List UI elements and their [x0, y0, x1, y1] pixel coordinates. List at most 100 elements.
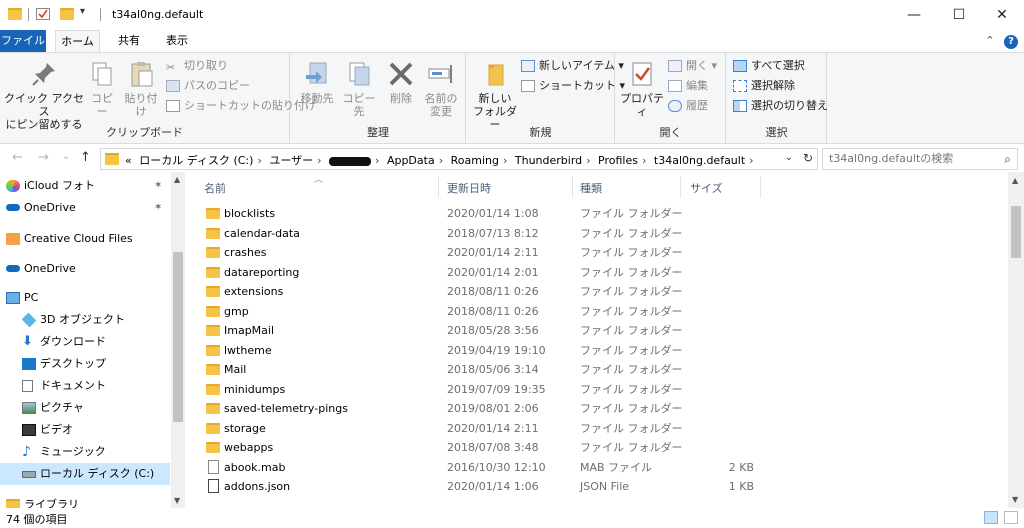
nav-item-libraries[interactable]: ライブラリ	[0, 494, 170, 508]
new-item-button[interactable]: 新しいアイテム ▾	[521, 58, 624, 74]
breadcrumb-appdata[interactable]: AppData	[387, 154, 435, 167]
invert-selection-button[interactable]: 選択の切り替え	[733, 98, 828, 114]
search-icon[interactable]: ⌕	[1004, 152, 1011, 167]
delete-button[interactable]: 削除	[385, 59, 417, 105]
tab-view[interactable]: 表示	[158, 30, 196, 52]
search-input[interactable]	[829, 152, 989, 165]
address-dropdown-button[interactable]: ⌄	[785, 152, 793, 163]
open-button[interactable]: 開く ▾	[668, 58, 717, 74]
column-separator[interactable]	[438, 176, 439, 198]
help-icon[interactable]: ?	[1004, 35, 1018, 49]
scroll-up-arrow[interactable]: ▲	[1012, 176, 1018, 185]
nav-item-onedrive-pinned[interactable]: OneDrive ✶	[0, 197, 170, 219]
table-row[interactable]: Mail 2018/05/06 3:14 ファイル フォルダー	[188, 360, 988, 379]
nav-item-pc[interactable]: PC	[0, 287, 170, 309]
breadcrumb-profiles[interactable]: Profiles	[598, 154, 638, 167]
table-row[interactable]: calendar-data 2018/07/13 8:12 ファイル フォルダー	[188, 224, 988, 243]
table-row[interactable]: addons.json 2020/01/14 1:06 JSON File 1 KB	[188, 477, 988, 496]
nav-item-onedrive[interactable]: OneDrive	[0, 258, 170, 280]
nav-item-local-disk[interactable]: ローカル ディスク (C:)	[0, 463, 170, 485]
table-row[interactable]: crashes 2020/01/14 2:11 ファイル フォルダー	[188, 243, 988, 262]
quick-access-dropdown[interactable]: ▾	[80, 6, 85, 17]
nav-item-music[interactable]: ♪ ミュージック	[0, 441, 170, 463]
up-button[interactable]: ↑	[80, 150, 91, 165]
column-separator[interactable]	[572, 176, 573, 198]
copy-to-button[interactable]: コピー先	[339, 59, 379, 118]
select-none-button[interactable]: 選択解除	[733, 78, 795, 94]
properties-button[interactable]: プロパティ	[620, 59, 664, 118]
breadcrumb-separator[interactable]: ›	[317, 154, 321, 167]
tab-share[interactable]: 共有	[110, 30, 148, 52]
cut-button[interactable]: ✂ 切り取り	[166, 58, 228, 74]
edit-button[interactable]: 編集	[668, 78, 708, 94]
nav-item-downloads[interactable]: ⬇ ダウンロード	[0, 331, 170, 353]
paste-button[interactable]: 貼り付け	[120, 59, 162, 118]
details-view-button[interactable]	[984, 511, 998, 524]
table-row[interactable]: minidumps 2019/07/09 19:35 ファイル フォルダー	[188, 380, 988, 399]
table-row[interactable]: storage 2020/01/14 2:11 ファイル フォルダー	[188, 419, 988, 438]
close-button[interactable]: ✕	[980, 0, 1024, 30]
properties-check-icon[interactable]	[36, 8, 50, 20]
breadcrumb-separator[interactable]: ›	[749, 154, 753, 167]
recent-locations-button[interactable]: ⌄	[62, 151, 70, 162]
address-box[interactable]: « ローカル ディスク (C:) › ユーザー › › AppData › Roami…	[100, 148, 818, 170]
refresh-button[interactable]: ↻	[803, 151, 813, 165]
history-button[interactable]: 履歴	[668, 98, 708, 114]
column-header-type[interactable]: 種類	[580, 180, 602, 196]
rename-button[interactable]: 名前の 変更	[421, 59, 461, 118]
pin-quick-access-button[interactable]: クイック アクセス にピン留めする	[4, 59, 84, 131]
table-row[interactable]: ImapMail 2018/05/28 3:56 ファイル フォルダー	[188, 321, 988, 340]
breadcrumb-users[interactable]: ユーザー	[269, 154, 313, 167]
copy-button[interactable]: コピー	[86, 59, 118, 118]
move-to-button[interactable]: 移動先	[297, 59, 337, 105]
forward-button[interactable]: →	[38, 150, 49, 165]
nav-item-icloud-photos[interactable]: iCloud フォト ✶	[0, 175, 170, 197]
nav-item-pictures[interactable]: ピクチャ	[0, 397, 170, 419]
copy-path-button[interactable]: パスのコピー	[166, 78, 250, 94]
file-list-scrollbar[interactable]: ▲ ▼	[1008, 172, 1024, 508]
breadcrumb-separator[interactable]: ›	[257, 154, 261, 167]
pin-icon[interactable]: ✶	[154, 175, 162, 197]
large-icons-view-button[interactable]	[1004, 511, 1018, 524]
pin-icon[interactable]: ✶	[154, 197, 162, 219]
collapse-ribbon-icon[interactable]: ⌃	[985, 34, 994, 47]
redacted-username[interactable]	[329, 156, 372, 166]
column-header-size[interactable]: サイズ	[690, 180, 723, 196]
table-row[interactable]: datareporting 2020/01/14 2:01 ファイル フォルダー	[188, 263, 988, 282]
table-row[interactable]: gmp 2018/08/11 0:26 ファイル フォルダー	[188, 302, 988, 321]
table-row[interactable]: blocklists 2020/01/14 1:08 ファイル フォルダー	[188, 204, 988, 223]
new-folder-button[interactable]: 新しい フォルダー	[471, 59, 519, 131]
breadcrumb-separator[interactable]: ›	[439, 154, 443, 167]
nav-item-desktop[interactable]: デスクトップ	[0, 353, 170, 375]
column-separator[interactable]	[680, 176, 681, 198]
nav-item-creative-cloud[interactable]: Creative Cloud Files	[0, 228, 170, 250]
breadcrumb-roaming[interactable]: Roaming	[451, 154, 499, 167]
table-row[interactable]: webapps 2018/07/08 3:48 ファイル フォルダー	[188, 438, 988, 457]
scroll-up-arrow[interactable]: ▲	[174, 175, 180, 184]
minimize-button[interactable]: —	[892, 0, 936, 30]
table-row[interactable]: saved-telemetry-pings 2019/08/01 2:06 ファイル…	[188, 399, 988, 418]
table-row[interactable]: lwtheme 2019/04/19 19:10 ファイル フォルダー	[188, 341, 988, 360]
maximize-button[interactable]: ☐	[937, 0, 981, 30]
select-all-button[interactable]: すべて選択	[733, 58, 805, 74]
file-list-scroll-thumb[interactable]	[1011, 206, 1021, 258]
tab-file[interactable]: ファイル	[0, 30, 46, 52]
breadcrumb-separator[interactable]: ›	[375, 154, 379, 167]
breadcrumb-separator[interactable]: ›	[503, 154, 507, 167]
table-row[interactable]: abook.mab 2016/10/30 12:10 MAB ファイル 2 KB	[188, 458, 988, 477]
search-box[interactable]: ⌕	[822, 148, 1018, 170]
scroll-down-arrow[interactable]: ▼	[1012, 495, 1018, 504]
table-row[interactable]: extensions 2018/08/11 0:26 ファイル フォルダー	[188, 282, 988, 301]
column-separator[interactable]	[760, 176, 761, 198]
nav-scroll-thumb[interactable]	[173, 252, 183, 422]
nav-scrollbar[interactable]: ▲ ▼	[171, 172, 185, 508]
nav-item-documents[interactable]: ドキュメント	[0, 375, 170, 397]
new-folder-quick-icon[interactable]	[60, 8, 74, 20]
breadcrumb-separator[interactable]: ›	[586, 154, 590, 167]
nav-item-3d-objects[interactable]: 3D オブジェクト	[0, 309, 170, 331]
breadcrumb-local-disk[interactable]: ローカル ディスク (C:)	[139, 154, 253, 167]
back-button[interactable]: ←	[12, 150, 23, 165]
easy-access-button[interactable]: ショートカット ▾	[521, 78, 625, 94]
nav-item-videos[interactable]: ビデオ	[0, 419, 170, 441]
breadcrumb-profile[interactable]: t34al0ng.default	[654, 154, 745, 167]
